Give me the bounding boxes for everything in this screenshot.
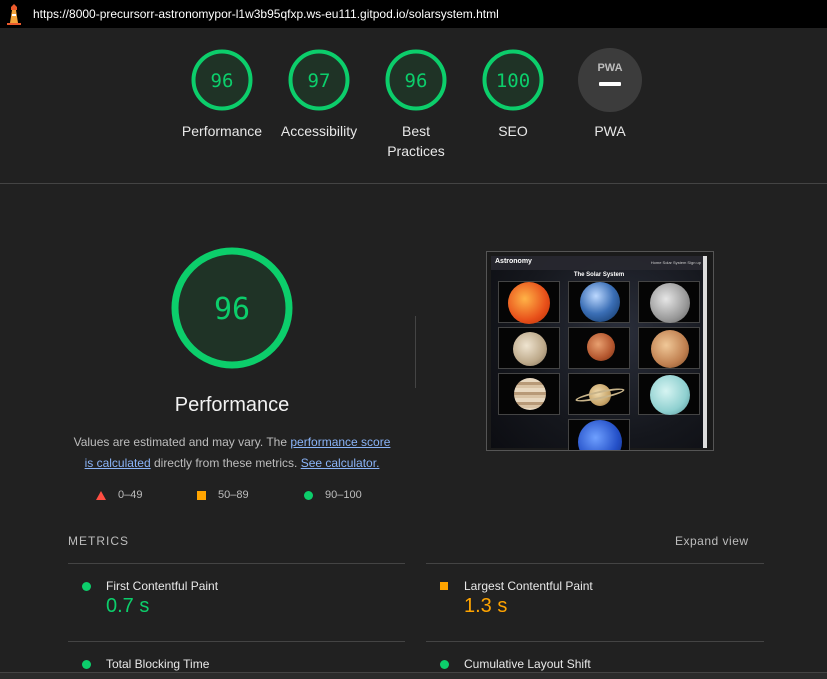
screenshot-nav-links: Home Solar System Sign up <box>650 260 701 265</box>
section-divider <box>0 183 827 184</box>
metric-divider <box>426 641 764 642</box>
jupiter-image <box>498 373 560 415</box>
performance-score-link[interactable]: performance score <box>290 435 390 449</box>
see-calculator-link[interactable]: See calculator. <box>301 456 380 470</box>
pass-circle-icon <box>304 490 313 500</box>
lighthouse-icon <box>7 4 21 25</box>
legend-pass-label: 90–100 <box>325 489 362 501</box>
mars-image <box>568 327 630 369</box>
legend-average: 50–89 <box>197 489 249 501</box>
gauge-label: SEO <box>498 123 528 139</box>
earth-image <box>568 281 630 323</box>
gauge-label: Performance <box>181 123 263 139</box>
performance-main-score: 96 <box>214 292 250 327</box>
gauge-ring: 96 <box>191 49 253 111</box>
metric-largest-contentful-paint[interactable]: Largest Contentful Paint 1.3 s <box>426 579 764 619</box>
vertical-divider <box>415 316 416 388</box>
pass-circle-icon <box>82 582 91 591</box>
screenshot-page: Astronomy Home Solar System Sign up The … <box>491 256 707 450</box>
metrics-heading: METRICS <box>68 534 129 548</box>
gauge-performance[interactable]: 96 Performance <box>172 48 272 141</box>
gauge-score: 100 <box>496 70 530 92</box>
average-square-icon <box>197 490 206 500</box>
saturn-image <box>568 373 630 415</box>
gauge-ring: 97 <box>288 49 350 111</box>
gauge-label: Best Practices <box>387 123 445 159</box>
category-gauges: 96 Performance 97 Accessibility 96 Best … <box>0 48 827 168</box>
metric-value: 1.3 s <box>464 595 508 617</box>
metric-total-blocking-time[interactable]: Total Blocking Time <box>68 657 405 672</box>
gauge-score: 96 <box>211 70 234 92</box>
metric-name: Cumulative Layout Shift <box>464 657 591 671</box>
average-square-icon <box>440 582 448 590</box>
neptune-image <box>568 419 630 450</box>
gauge-accessibility[interactable]: 97 Accessibility <box>269 48 369 141</box>
performance-main-gauge: 96 <box>171 247 293 369</box>
metric-divider <box>68 641 405 642</box>
pass-circle-icon <box>82 660 91 669</box>
score-legend: 0–49 50–89 90–100 <box>0 489 430 505</box>
is-calculated-link[interactable]: is calculated <box>85 456 151 470</box>
url-bar: https://8000-precursorr-astronomypor-l1w… <box>0 0 827 28</box>
metric-name: First Contentful Paint <box>106 579 219 593</box>
screenshot-navbar: Astronomy Home Solar System Sign up <box>491 256 707 270</box>
screenshot-heading: The Solar System <box>573 272 625 278</box>
performance-description: Values are estimated and may vary. The p… <box>60 432 404 474</box>
mercury-image <box>498 327 560 369</box>
gauge-pwa[interactable]: PWA PWA <box>560 48 660 141</box>
performance-title: Performance <box>174 394 290 416</box>
moon-image <box>638 281 700 323</box>
metric-first-contentful-paint[interactable]: First Contentful Paint 0.7 s <box>68 579 405 619</box>
metric-name: Largest Contentful Paint <box>464 579 593 593</box>
gauge-ring: 100 <box>482 49 544 111</box>
metric-divider <box>68 563 405 564</box>
final-screenshot[interactable]: Astronomy Home Solar System Sign up The … <box>486 251 714 451</box>
metric-value: 0.7 s <box>106 595 150 617</box>
sun-image <box>498 281 560 324</box>
desc-text-2: directly from these metrics. <box>150 456 301 470</box>
fail-triangle-icon <box>96 490 106 500</box>
legend-pass: 90–100 <box>304 489 362 501</box>
gauge-label: PWA <box>594 123 626 139</box>
gauge-score: 96 <box>405 70 428 92</box>
gauge-label: Accessibility <box>280 123 358 139</box>
screenshot-brand: Astronomy <box>495 258 532 265</box>
gauge-score: 97 <box>308 70 331 92</box>
desc-text: Values are estimated and may vary. The <box>73 435 291 449</box>
metric-divider <box>426 563 764 564</box>
venus-image <box>638 327 700 369</box>
legend-fail-label: 0–49 <box>118 489 143 501</box>
screenshot-scrollbar <box>703 256 707 448</box>
gauge-best-practices[interactable]: 96 Best Practices <box>366 48 466 161</box>
metric-name: Total Blocking Time <box>106 657 210 671</box>
page-url[interactable]: https://8000-precursorr-astronomypor-l1w… <box>33 7 499 21</box>
gauge-ring: 96 <box>385 49 447 111</box>
bottom-scroll-edge <box>0 672 827 679</box>
legend-average-label: 50–89 <box>218 489 249 501</box>
gauge-seo[interactable]: 100 SEO <box>463 48 563 141</box>
pwa-badge-icon: PWA <box>578 48 642 112</box>
legend-fail: 0–49 <box>96 489 142 501</box>
pwa-badge-text: PWA <box>597 62 622 74</box>
pass-circle-icon <box>440 660 449 669</box>
metric-cumulative-layout-shift[interactable]: Cumulative Layout Shift <box>426 657 764 672</box>
expand-view-toggle[interactable]: Expand view <box>675 534 749 548</box>
uranus-image <box>638 373 700 415</box>
